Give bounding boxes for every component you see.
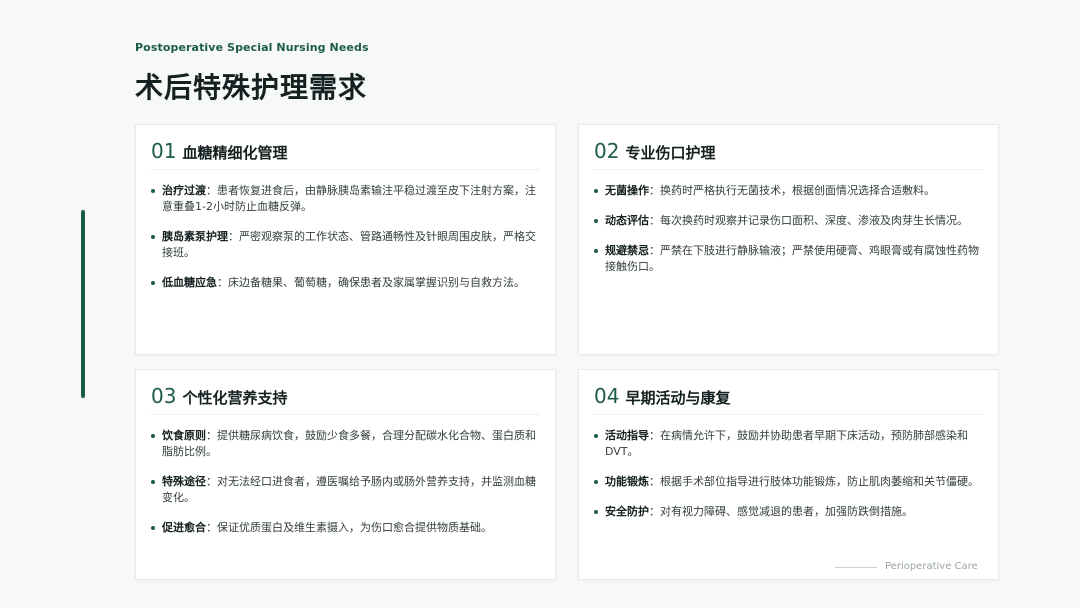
item-key: 功能锻炼 [605, 475, 649, 488]
card-number: 03 [151, 384, 177, 408]
item-text: ：保证优质蛋白及维生素摄入，为伤口愈合提供物质基础。 [206, 521, 492, 534]
bullet-icon [594, 249, 598, 253]
card-title: 个性化营养支持 [182, 389, 288, 407]
card-header: 04 早期活动与康复 [594, 384, 730, 408]
card-header: 02 专业伤口护理 [594, 139, 715, 163]
item-key: 活动指导 [605, 429, 649, 442]
footer-label: Perioperative Care [885, 561, 978, 572]
item-text: ：严禁在下肢进行静脉输液；严禁使用硬膏、鸡眼膏或有腐蚀性药物接触伤口。 [605, 244, 979, 273]
item-text: ：患者恢复进食后，由静脉胰岛素输注平稳过渡至皮下注射方案，注意重叠1-2小时防止… [162, 184, 536, 213]
card-early-activity: 04 早期活动与康复 活动指导：在病情允许下，鼓励并协助患者早期下床活动，预防肺… [578, 369, 999, 580]
list-item: 活动指导：在病情允许下，鼓励并协助患者早期下床活动，预防肺部感染和DVT。 [594, 428, 986, 460]
bullet-icon [594, 189, 598, 193]
item-text: ：对有视力障碍、感觉减退的患者，加强防跌倒措施。 [649, 505, 913, 518]
card-divider [151, 414, 540, 415]
list-item: 促进愈合：保证优质蛋白及维生素摄入，为伤口愈合提供物质基础。 [151, 520, 543, 536]
item-text: ：对无法经口进食者，遵医嘱给予肠内或肠外营养支持，并监测血糖变化。 [162, 475, 536, 504]
list-item: 安全防护：对有视力障碍、感觉减退的患者，加强防跌倒措施。 [594, 504, 986, 520]
list-item: 饮食原则：提供糖尿病饮食，鼓励少食多餐，合理分配碳水化合物、蛋白质和脂肪比例。 [151, 428, 543, 460]
item-key: 动态评估 [605, 214, 649, 227]
card-item-list: 无菌操作：换药时严格执行无菌技术，根据创面情况选择合适敷料。 动态评估：每次换药… [594, 183, 986, 289]
item-key: 低血糖应急 [162, 276, 217, 289]
card-title: 专业伤口护理 [625, 144, 716, 162]
item-text: ：每次换药时观察并记录伤口面积、深度、渗液及肉芽生长情况。 [649, 214, 968, 227]
card-item-list: 活动指导：在病情允许下，鼓励并协助患者早期下床活动，预防肺部感染和DVT。 功能… [594, 428, 986, 534]
list-item: 动态评估：每次换药时观察并记录伤口面积、深度、渗液及肉芽生长情况。 [594, 213, 986, 229]
bullet-icon [594, 434, 598, 438]
card-item-list: 治疗过渡：患者恢复进食后，由静脉胰岛素输注平稳过渡至皮下注射方案，注意重叠1-2… [151, 183, 543, 305]
list-item: 低血糖应急：床边备糖果、葡萄糖，确保患者及家属掌握识别与自救方法。 [151, 275, 543, 291]
card-number: 04 [594, 384, 620, 408]
card-title: 早期活动与康复 [625, 389, 731, 407]
card-divider [594, 169, 983, 170]
item-key: 规避禁忌 [605, 244, 649, 257]
item-key: 饮食原则 [162, 429, 206, 442]
card-number: 01 [151, 139, 177, 163]
item-key: 治疗过渡 [162, 184, 206, 197]
card-title: 血糖精细化管理 [182, 144, 288, 162]
card-blood-glucose: 01 血糖精细化管理 治疗过渡：患者恢复进食后，由静脉胰岛素输注平稳过渡至皮下注… [135, 124, 556, 355]
list-item: 特殊途径：对无法经口进食者，遵医嘱给予肠内或肠外营养支持，并监测血糖变化。 [151, 474, 543, 506]
card-divider [151, 169, 540, 170]
bullet-icon [151, 235, 155, 239]
card-item-list: 饮食原则：提供糖尿病饮食，鼓励少食多餐，合理分配碳水化合物、蛋白质和脂肪比例。 … [151, 428, 543, 550]
item-text: ：换药时严格执行无菌技术，根据创面情况选择合适敷料。 [649, 184, 935, 197]
item-text: ：根据手术部位指导进行肢体功能锻炼，防止肌肉萎缩和关节僵硬。 [649, 475, 979, 488]
card-number: 02 [594, 139, 620, 163]
accent-bar [81, 210, 85, 398]
list-item: 规避禁忌：严禁在下肢进行静脉输液；严禁使用硬膏、鸡眼膏或有腐蚀性药物接触伤口。 [594, 243, 986, 275]
item-key: 胰岛素泵护理 [162, 230, 228, 243]
item-key: 促进愈合 [162, 521, 206, 534]
bullet-icon [594, 480, 598, 484]
bullet-icon [594, 510, 598, 514]
list-item: 功能锻炼：根据手术部位指导进行肢体功能锻炼，防止肌肉萎缩和关节僵硬。 [594, 474, 986, 490]
card-nutrition: 03 个性化营养支持 饮食原则：提供糖尿病饮食，鼓励少食多餐，合理分配碳水化合物… [135, 369, 556, 580]
footer-divider [835, 567, 877, 568]
list-item: 无菌操作：换药时严格执行无菌技术，根据创面情况选择合适敷料。 [594, 183, 986, 199]
bullet-icon [151, 281, 155, 285]
header-subtitle: Postoperative Special Nursing Needs [135, 41, 369, 54]
bullet-icon [151, 434, 155, 438]
card-divider [594, 414, 983, 415]
list-item: 治疗过渡：患者恢复进食后，由静脉胰岛素输注平稳过渡至皮下注射方案，注意重叠1-2… [151, 183, 543, 215]
page-title: 术后特殊护理需求 [135, 71, 368, 104]
bullet-icon [151, 189, 155, 193]
item-key: 无菌操作 [605, 184, 649, 197]
item-text: ：床边备糖果、葡萄糖，确保患者及家属掌握识别与自救方法。 [217, 276, 525, 289]
item-text: ：提供糖尿病饮食，鼓励少食多餐，合理分配碳水化合物、蛋白质和脂肪比例。 [162, 429, 536, 458]
item-text: ：在病情允许下，鼓励并协助患者早期下床活动，预防肺部感染和DVT。 [605, 429, 968, 458]
bullet-icon [594, 219, 598, 223]
bullet-icon [151, 526, 155, 530]
list-item: 胰岛素泵护理：严密观察泵的工作状态、管路通畅性及针眼周围皮肤，严格交接班。 [151, 229, 543, 261]
card-header: 03 个性化营养支持 [151, 384, 287, 408]
card-header: 01 血糖精细化管理 [151, 139, 287, 163]
item-key: 安全防护 [605, 505, 649, 518]
bullet-icon [151, 480, 155, 484]
item-key: 特殊途径 [162, 475, 206, 488]
card-wound-care: 02 专业伤口护理 无菌操作：换药时严格执行无菌技术，根据创面情况选择合适敷料。… [578, 124, 999, 355]
